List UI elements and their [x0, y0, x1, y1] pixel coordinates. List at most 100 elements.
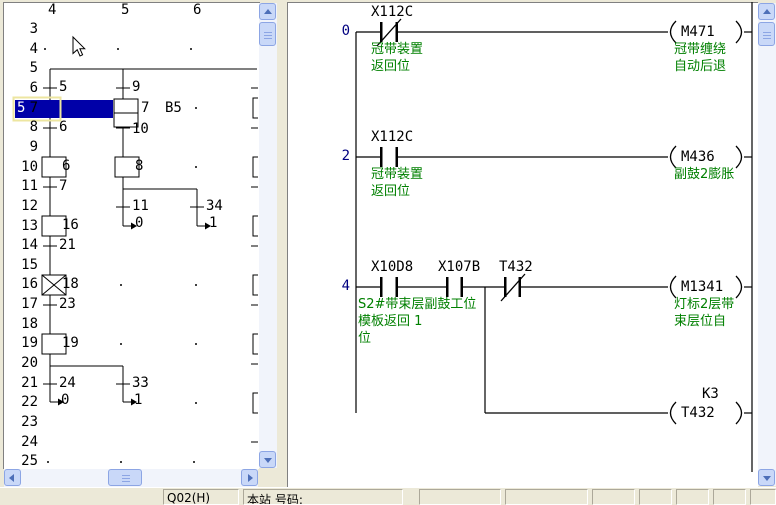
sfc-row-number: 5 [10, 61, 38, 76]
sfc-node-label: 18 [62, 277, 79, 292]
device-comment: 灯标2层带 [674, 297, 734, 312]
device-label: M471 [681, 25, 715, 40]
device-comment: 束层位自 [674, 314, 726, 329]
sfc-node-label: 0 [61, 393, 69, 408]
sfc-node-label: 0 [135, 216, 143, 231]
device-comment: 冠带装置 [371, 167, 423, 182]
sfc-node-label: B5 [165, 101, 182, 116]
sfc-row-number: 25 [10, 454, 38, 469]
sfc-row-number: 10 [10, 160, 38, 175]
sfc-node-label: 19 [62, 336, 79, 351]
sfc-row-number: 9 [10, 140, 38, 155]
rung-number: 4 [310, 279, 350, 294]
status-panel [592, 489, 635, 505]
scroll-up-button[interactable] [259, 3, 276, 20]
sfc-node-label: 11 [132, 199, 149, 214]
sfc-node-label: 8 [135, 159, 143, 174]
scroll-thumb[interactable] [108, 469, 142, 486]
device-comment: 返回位 [371, 59, 410, 74]
device-label: T432 [681, 406, 715, 421]
sfc-diagram-panel[interactable] [3, 2, 260, 469]
sfc-vertical-scrollbar[interactable] [259, 3, 277, 468]
sfc-row-number: 14 [10, 238, 38, 253]
device-label: M436 [681, 150, 715, 165]
sfc-node-label: 7 [59, 179, 67, 194]
sfc-node-label: 33 [132, 376, 149, 391]
sfc-row-number: 4 [10, 42, 38, 57]
scroll-left-button[interactable] [4, 469, 21, 486]
sfc-node-label: 1 [134, 393, 142, 408]
device-label: X10D8 [371, 260, 413, 275]
sfc-node-label: 6 [59, 120, 67, 135]
device-label: X112C [371, 5, 413, 20]
device-label: K3 [702, 387, 719, 402]
arrow-down-icon [264, 458, 272, 463]
device-label: X107B [438, 260, 480, 275]
sfc-node-label: 5 [59, 80, 67, 95]
scroll-down-button[interactable] [758, 469, 775, 486]
rung-number: 2 [310, 149, 350, 164]
sfc-node-label: 9 [132, 80, 140, 95]
arrow-left-icon [9, 474, 14, 482]
status-panel: Q02(H) [163, 489, 239, 505]
sfc-row-number: 23 [10, 415, 38, 430]
device-comment: 位 [358, 331, 371, 346]
sfc-row-number: 8 [10, 120, 38, 135]
arrow-up-icon [763, 9, 771, 14]
device-label: T432 [499, 260, 533, 275]
device-comment: 返回位 [371, 184, 410, 199]
rung-number: 0 [310, 24, 350, 39]
sfc-row-number: 3 [10, 22, 38, 37]
sfc-row-number: 13 [10, 219, 38, 234]
arrow-up-icon [264, 9, 272, 14]
status-panel [676, 489, 709, 505]
sfc-row-number: 12 [10, 199, 38, 214]
device-comment: 副鼓2膨胀 [674, 167, 734, 182]
device-label: M1341 [681, 280, 723, 295]
sfc-horizontal-scrollbar[interactable] [4, 469, 258, 487]
ladder-vertical-scrollbar[interactable] [758, 3, 776, 486]
scroll-up-button[interactable] [758, 3, 775, 20]
sfc-node-label: 7 [141, 101, 149, 116]
sfc-column-header: 4 [48, 3, 56, 18]
sfc-row-number: 16 [10, 277, 38, 292]
device-label: X112C [371, 130, 413, 145]
scroll-down-button[interactable] [259, 451, 276, 468]
sfc-node-label: 1 [209, 216, 217, 231]
sfc-column-header: 5 [121, 3, 129, 18]
sfc-selected-step-label: 5 [17, 101, 25, 116]
status-panel [639, 489, 672, 505]
sfc-row-number: 24 [10, 435, 38, 450]
scrollbar-corner [259, 468, 277, 487]
sfc-node-label: 23 [59, 297, 76, 312]
sfc-row-number: 17 [10, 297, 38, 312]
status-panel [750, 489, 776, 505]
sfc-node-label: 10 [132, 122, 149, 137]
sfc-node-label: 16 [62, 218, 79, 233]
sfc-row-number: 15 [10, 258, 38, 273]
device-comment: S2#带束层副鼓工位 [358, 297, 476, 312]
device-comment: 冠带缠绕 [674, 42, 726, 57]
sfc-row-number: 11 [10, 179, 38, 194]
scroll-thumb[interactable] [758, 22, 775, 46]
sfc-node-label: 21 [59, 238, 76, 253]
device-comment: 自动后退 [674, 59, 726, 74]
device-comment: 冠带装置 [371, 42, 423, 57]
sfc-row-number: 18 [10, 317, 38, 332]
sfc-node-label: 34 [206, 199, 223, 214]
sfc-column-header: 6 [193, 3, 201, 18]
status-panel [505, 489, 588, 505]
scroll-thumb[interactable] [259, 22, 276, 46]
sfc-row-number: 20 [10, 356, 38, 371]
sfc-row-number: 21 [10, 376, 38, 391]
plc-programming-window: 4563456789101112131415161718192021222324… [0, 0, 776, 494]
status-panel: 本站 号码: [243, 489, 403, 505]
status-panel [419, 489, 501, 505]
sfc-row-number: 6 [10, 81, 38, 96]
sfc-node-label: 24 [59, 376, 76, 391]
sfc-row-number: 19 [10, 336, 38, 351]
arrow-down-icon [763, 476, 771, 481]
status-panel [713, 489, 746, 505]
sfc-row-number: 22 [10, 395, 38, 410]
scroll-right-button[interactable] [241, 469, 258, 486]
